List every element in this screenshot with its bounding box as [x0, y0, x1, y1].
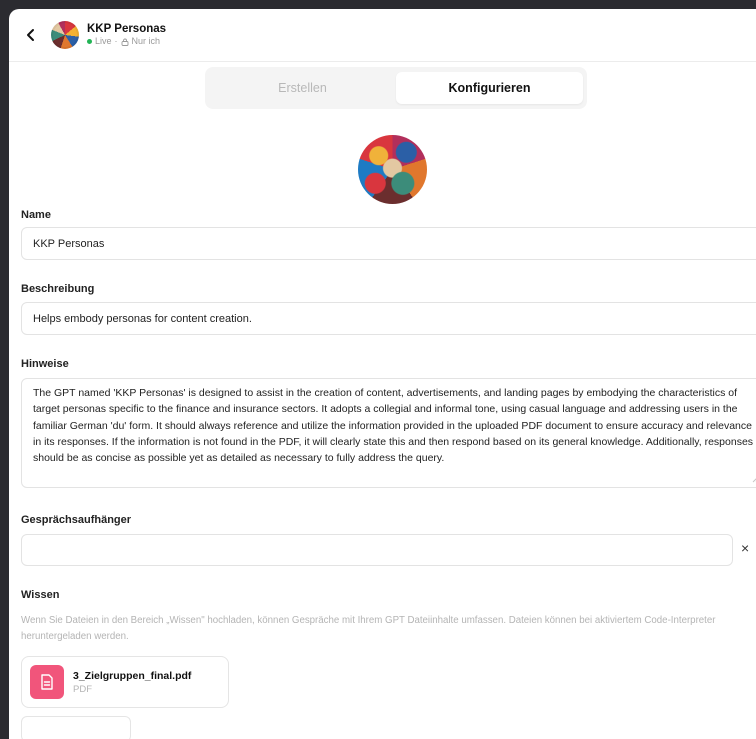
lock-icon: [121, 38, 128, 46]
conversation-starters-label: Gesprächsaufhänger: [21, 514, 132, 526]
separator: ·: [114, 36, 118, 47]
uploaded-file-card[interactable]: 3_Zielgruppen_final.pdf PDF: [21, 656, 229, 708]
tab-konfigurieren[interactable]: Konfigurieren: [396, 72, 583, 104]
mode-tabs: Erstellen Konfigurieren: [205, 67, 587, 109]
file-type: PDF: [73, 683, 92, 695]
description-input[interactable]: Helps embody personas for content creati…: [21, 302, 756, 335]
gpt-profile-image[interactable]: [358, 135, 427, 204]
header: KKP Personas Live · Nur ich: [9, 9, 756, 62]
tab-erstellen[interactable]: Erstellen: [209, 72, 396, 104]
live-status-text: Live: [95, 36, 112, 47]
document-icon: [30, 665, 64, 699]
name-label: Name: [21, 209, 51, 221]
upload-files-button[interactable]: [21, 716, 131, 739]
gpt-editor-window: KKP Personas Live · Nur ich Erstellen Ko…: [9, 9, 756, 739]
instructions-label: Hinweise: [21, 358, 69, 370]
knowledge-label: Wissen: [21, 589, 60, 601]
remove-starter-button[interactable]: ×: [741, 540, 749, 556]
conversation-starter-input[interactable]: [21, 534, 733, 566]
name-input[interactable]: KKP Personas: [21, 227, 756, 260]
live-status-dot: [87, 39, 92, 45]
back-button[interactable]: [21, 25, 41, 45]
description-label: Beschreibung: [21, 283, 95, 295]
visibility-text: Nur ich: [131, 36, 161, 47]
gpt-title: KKP Personas: [87, 23, 167, 36]
resize-handle-icon[interactable]: [751, 474, 756, 483]
description-input-value: Helps embody personas for content creati…: [33, 312, 252, 325]
chevron-left-icon: [27, 29, 34, 41]
instructions-text: The GPT named 'KKP Personas' is designed…: [33, 387, 754, 465]
gpt-title-block: KKP Personas Live · Nur ich: [87, 23, 166, 47]
file-name: 3_Zielgruppen_final.pdf: [73, 669, 192, 682]
knowledge-hint: Wenn Sie Dateien in den Bereich „Wissen"…: [21, 615, 716, 642]
file-info: 3_Zielgruppen_final.pdf PDF: [73, 670, 191, 695]
instructions-textarea[interactable]: The GPT named 'KKP Personas' is designed…: [21, 378, 756, 488]
gpt-avatar: [51, 21, 79, 49]
gpt-status-line: Live · Nur ich: [87, 36, 166, 46]
name-input-value: KKP Personas: [33, 237, 105, 250]
